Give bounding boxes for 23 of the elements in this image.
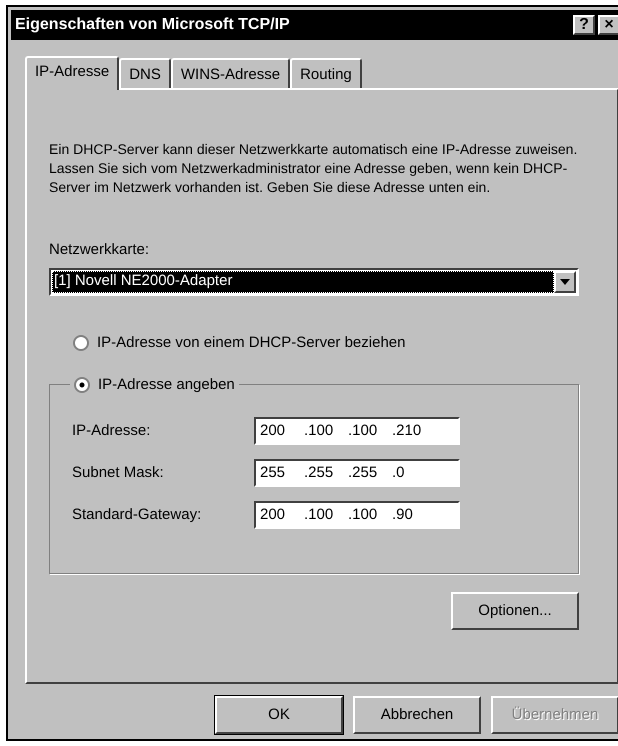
adapter-label: Netzwerkkarte: [49,240,150,260]
tab[interactable]: IP-Adresse [25,56,120,90]
radio-label: IP-Adresse angeben [98,375,235,395]
field-label: Standard-Gateway: [72,504,202,525]
adapter-dropdown[interactable]: [1] Novell NE2000-Adapter [49,268,579,296]
tab[interactable]: DNS [119,58,171,88]
options-button[interactable]: Optionen... [451,592,579,630]
help-button[interactable]: ? [573,15,595,35]
field-label: Subnet Mask: [72,462,165,483]
dialog-button[interactable]: OK [215,696,343,734]
radio-button[interactable] [74,377,90,394]
window-title: Eigenschaften von Microsoft TCP/IP [15,15,291,35]
close-button[interactable]: × [598,15,618,35]
radio-label: IP-Adresse von einem DHCP-Server beziehen [97,332,406,352]
ip-address-field[interactable]: 200 .100 .100 .90 [254,501,460,529]
ip-address-field[interactable]: 255 .255 .255 .0 [254,459,460,487]
ip-address-field[interactable]: 200 .100 .100 .210 [254,417,460,445]
field-label: IP-Adresse: [72,420,152,441]
dialog-button[interactable]: Abbrechen [353,696,481,734]
description-text: Ein DHCP-Server kann dieser Netzwerkkarte automatisch eine IP-Adresse zuweisen. Lassen Sie sich vom Netzwerkadministrator eine Adresse geben, wenn kein DHCP-Server im Netzwerk vorhanden ist. Geben Sie diese Adresse unten ein. [49,140,578,197]
radio-button[interactable] [73,334,89,351]
tab[interactable]: WINS-Adresse [170,58,290,88]
tab[interactable]: Routing [290,58,362,88]
